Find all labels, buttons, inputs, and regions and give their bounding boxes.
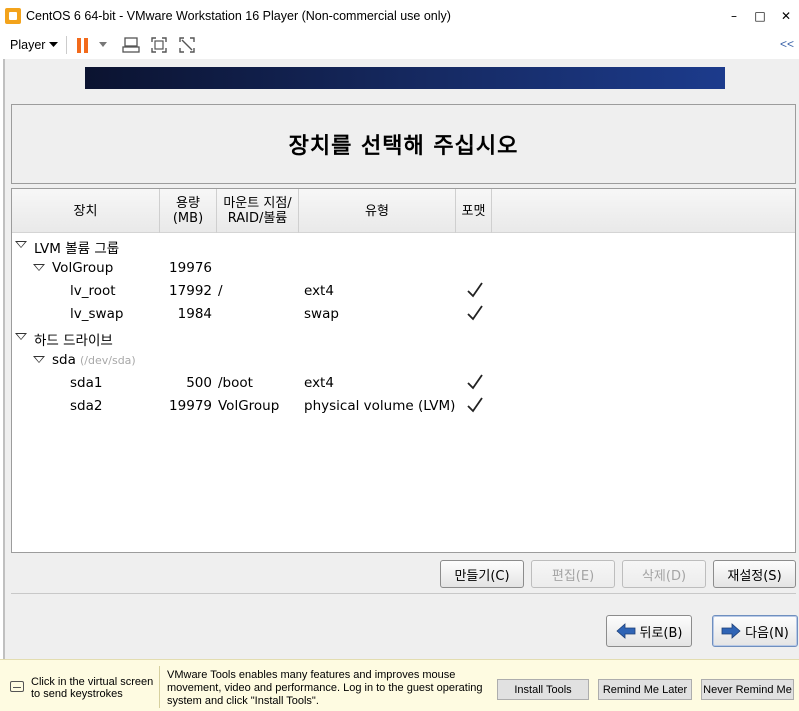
pause-icon xyxy=(77,37,82,53)
format-check-icon xyxy=(467,397,483,413)
player-menu[interactable]: Player xyxy=(10,38,59,52)
row-size: 500 xyxy=(186,375,212,391)
tree-body: LVM 볼륨 그룹 VolGroup 19976 lv_root 17992 /… xyxy=(12,233,795,418)
row-device: VolGroup xyxy=(52,260,114,276)
row-type: ext4 xyxy=(304,375,334,391)
send-ctrl-alt-del-icon[interactable] xyxy=(120,34,142,56)
tree-row[interactable]: sda1 500 /boot ext4 xyxy=(12,372,795,395)
page-title: 장치를 선택해 주십시오 xyxy=(288,134,519,159)
close-button[interactable]: ✕ xyxy=(773,0,799,31)
tools-message: VMware Tools enables many features and i… xyxy=(167,669,483,707)
arrow-left-icon xyxy=(615,623,635,639)
column-format[interactable]: 포맷 xyxy=(456,189,492,233)
row-device-path: (/dev/sda) xyxy=(80,354,136,367)
expander-down-icon[interactable] xyxy=(33,356,45,363)
back-button[interactable]: 뒤로(B) xyxy=(606,615,692,647)
device-tree[interactable]: 장치 용량 (MB) 마운트 지점/RAID/볼륨 유형 포맷 LVM 볼륨 그룹… xyxy=(11,188,796,553)
column-mount-label-2: RAID/볼륨 xyxy=(227,211,288,226)
minimize-button[interactable]: – xyxy=(721,0,747,31)
tree-row[interactable]: lv_swap 1984 swap xyxy=(12,303,795,326)
tree-header: 장치 용량 (MB) 마운트 지점/RAID/볼륨 유형 포맷 xyxy=(12,189,795,233)
column-size[interactable]: 용량 (MB) xyxy=(160,189,217,233)
row-size: 19979 xyxy=(169,398,212,414)
back-button-label: 뒤로(B) xyxy=(639,625,683,641)
guest-screen[interactable]: 장치를 선택해 주십시오 장치 용량 (MB) 마운트 지점/RAID/볼륨 유형… xyxy=(3,59,799,659)
collapse-toolbar-button[interactable]: << xyxy=(780,37,794,51)
page-header: 장치를 선택해 주십시오 xyxy=(11,104,796,184)
vmware-app-icon xyxy=(5,7,21,24)
tools-bar-divider xyxy=(159,666,160,708)
column-format-label: 포맷 xyxy=(461,203,486,219)
window-title: CentOS 6 64-bit - VMware Workstation 16 … xyxy=(26,8,451,23)
tree-row[interactable]: VolGroup 19976 xyxy=(12,257,795,280)
column-device-label: 장치 xyxy=(73,203,98,219)
install-tools-button[interactable]: Install Tools xyxy=(497,679,589,700)
column-size-label: 용량 xyxy=(176,196,200,211)
unity-mode-icon[interactable] xyxy=(176,34,198,56)
tree-row[interactable]: 하드 드라이브 xyxy=(12,326,795,349)
create-button-label: 만들기(C) xyxy=(454,568,510,584)
column-device[interactable]: 장치 xyxy=(12,189,160,233)
row-type: ext4 xyxy=(304,283,334,299)
edit-button[interactable]: 편집(E) xyxy=(531,560,615,588)
fullscreen-icon[interactable] xyxy=(148,34,170,56)
window-titlebar: CentOS 6 64-bit - VMware Workstation 16 … xyxy=(0,0,799,31)
player-menu-label: Player xyxy=(10,38,46,52)
delete-button[interactable]: 삭제(D) xyxy=(622,560,706,588)
window-controls: – □ ✕ xyxy=(721,0,799,31)
row-device: sda xyxy=(52,352,76,368)
reset-button[interactable]: 재설정(S) xyxy=(713,560,796,588)
pause-dropdown-icon[interactable] xyxy=(92,41,114,49)
vmware-toolbar: Player << xyxy=(0,31,799,59)
row-size: 19976 xyxy=(169,260,212,276)
column-type-label: 유형 xyxy=(365,203,389,219)
tree-row[interactable]: LVM 볼륨 그룹 xyxy=(12,234,795,257)
create-button[interactable]: 만들기(C) xyxy=(440,560,524,588)
row-type: swap xyxy=(304,306,339,322)
row-device: lv_root xyxy=(70,283,116,299)
remind-later-button[interactable]: Remind Me Later xyxy=(598,679,692,700)
expander-down-icon[interactable] xyxy=(15,241,27,248)
column-size-unit: (MB) xyxy=(172,211,204,226)
maximize-button[interactable]: □ xyxy=(747,0,773,31)
format-check-icon xyxy=(467,374,483,390)
row-mount: /boot xyxy=(218,375,253,391)
arrow-right-icon xyxy=(721,623,741,639)
never-remind-button[interactable]: Never Remind Me xyxy=(701,679,794,700)
column-mount-label: 마운트 지점/ xyxy=(223,196,292,211)
expander-down-icon[interactable] xyxy=(33,264,45,271)
pause-button[interactable] xyxy=(77,37,89,53)
next-button[interactable]: 다음(N) xyxy=(712,615,798,647)
keystroke-hint: Click in the virtual screen to send keys… xyxy=(31,676,154,700)
tree-row[interactable]: sda (/dev/sda) xyxy=(12,349,795,372)
row-device: 하드 드라이브 xyxy=(34,333,113,349)
row-device: lv_swap xyxy=(70,306,124,322)
edit-button-label: 편집(E) xyxy=(551,568,595,584)
next-button-label: 다음(N) xyxy=(745,625,789,641)
expander-down-icon[interactable] xyxy=(15,333,27,340)
row-mount: VolGroup xyxy=(218,398,280,414)
row-device: LVM 볼륨 그룹 xyxy=(34,241,120,257)
reset-button-label: 재설정(S) xyxy=(727,568,782,584)
toolbar-divider xyxy=(66,36,68,54)
row-type: physical volume (LVM) xyxy=(304,398,456,414)
keyboard-icon xyxy=(10,681,24,692)
row-size: 1984 xyxy=(177,306,212,322)
pause-icon-bar xyxy=(84,37,89,53)
tree-row[interactable]: lv_root 17992 / ext4 xyxy=(12,280,795,303)
vmware-tools-bar: Click in the virtual screen to send keys… xyxy=(0,659,799,711)
delete-button-label: 삭제(D) xyxy=(641,568,687,584)
row-size: 17992 xyxy=(169,283,212,299)
column-mount[interactable]: 마운트 지점/RAID/볼륨 xyxy=(217,189,299,233)
column-type[interactable]: 유형 xyxy=(299,189,456,233)
anaconda-banner xyxy=(85,67,725,89)
format-check-icon xyxy=(467,305,483,321)
row-device: sda2 xyxy=(70,398,103,414)
row-mount: / xyxy=(218,283,223,299)
row-device: sda1 xyxy=(70,375,103,391)
format-check-icon xyxy=(467,282,483,298)
button-divider xyxy=(11,593,796,594)
caret-down-icon xyxy=(49,42,59,47)
tree-row[interactable]: sda2 19979 VolGroup physical volume (LVM… xyxy=(12,395,795,418)
